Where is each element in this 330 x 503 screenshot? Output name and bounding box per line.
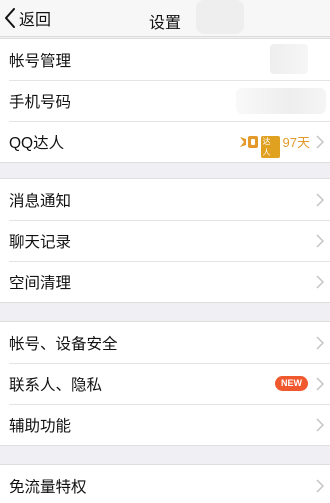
row-label: 辅助功能 xyxy=(9,417,72,435)
row-label: 消息通知 xyxy=(9,192,72,210)
row-contacts-privacy[interactable]: 联系人、隐私 NEW xyxy=(0,363,330,404)
row-accessibility[interactable]: 辅助功能 xyxy=(0,404,330,445)
row-qq-daren[interactable]: QQ达人 达人 97天 xyxy=(0,121,330,162)
row-label: 帐号管理 xyxy=(9,52,72,70)
row-phone-number[interactable]: 手机号码 xyxy=(0,80,330,121)
chevron-right-icon xyxy=(316,233,324,248)
chevron-right-icon xyxy=(316,417,324,432)
blurred-value xyxy=(236,88,326,114)
chevron-right-icon xyxy=(316,274,324,289)
daren-days: 97天 xyxy=(282,135,310,150)
row-label: QQ达人 xyxy=(9,134,65,152)
blurred-region xyxy=(196,0,244,34)
settings-group-account: 帐号管理 手机号码 QQ达人 达人 97天 xyxy=(0,38,330,163)
daren-indicator: 达人 97天 xyxy=(238,132,310,158)
row-account-management[interactable]: 帐号管理 xyxy=(0,39,330,80)
chevron-right-icon xyxy=(316,478,324,493)
chevron-right-icon xyxy=(316,134,324,149)
row-chat-history[interactable]: 聊天记录 xyxy=(0,220,330,261)
daren-badge-text: 达人 xyxy=(260,135,280,158)
row-account-device-security[interactable]: 帐号、设备安全 xyxy=(0,322,330,363)
blurred-value xyxy=(270,44,308,74)
row-message-notifications[interactable]: 消息通知 xyxy=(0,179,330,220)
row-free-data-privilege[interactable]: 免流量特权 xyxy=(0,465,330,503)
settings-group-privileges: 免流量特权 xyxy=(0,464,330,503)
settings-group-security: 帐号、设备安全 联系人、隐私 NEW 辅助功能 xyxy=(0,321,330,446)
row-label: 聊天记录 xyxy=(9,233,72,251)
row-label: 帐号、设备安全 xyxy=(9,335,118,353)
row-label: 免流量特权 xyxy=(9,478,87,496)
page-title: 设置 xyxy=(148,15,181,32)
row-label: 联系人、隐私 xyxy=(9,376,103,394)
chevron-right-icon xyxy=(316,335,324,350)
crown-badge-icon: 达人 xyxy=(238,133,280,158)
chevron-right-icon xyxy=(316,376,324,391)
new-badge: NEW xyxy=(275,376,308,391)
chevron-right-icon xyxy=(316,192,324,207)
navigation-bar: 返回 设置 xyxy=(0,0,330,37)
row-storage-cleanup[interactable]: 空间清理 xyxy=(0,261,330,302)
settings-group-messages: 消息通知 聊天记录 空间清理 xyxy=(0,178,330,303)
row-label: 手机号码 xyxy=(9,93,72,111)
row-label: 空间清理 xyxy=(9,274,72,292)
